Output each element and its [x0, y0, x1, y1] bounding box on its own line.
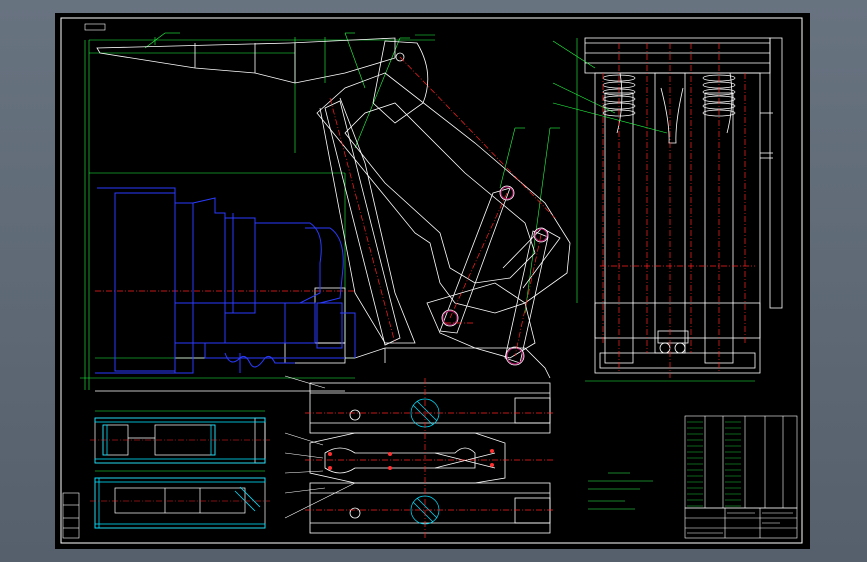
- technical-requirements: [588, 472, 653, 510]
- plan-view: [284, 375, 555, 538]
- section-centerlines: [90, 439, 270, 502]
- section-dimensions: [95, 410, 265, 472]
- sheet-tag: [84, 23, 106, 31]
- section-b: [94, 477, 266, 529]
- sheet-frame: [60, 17, 803, 544]
- parts-list: [684, 415, 798, 509]
- machine-body: [95, 187, 356, 374]
- left-edge-block: [62, 492, 80, 539]
- section-b-hatch: [94, 477, 266, 529]
- plan-hatched-sections: [410, 398, 440, 525]
- title-block-scribble: [687, 512, 793, 534]
- title-block: [684, 507, 798, 539]
- cad-viewport[interactable]: [0, 0, 867, 562]
- drawing-sheet: [55, 13, 810, 549]
- plan-leaders: [284, 375, 356, 519]
- plan-outline: [309, 382, 551, 534]
- front-view: [552, 37, 783, 382]
- section-a: [94, 417, 266, 464]
- upper-boom: [96, 37, 429, 124]
- requirements-scribble: [588, 472, 653, 510]
- section-details: [90, 410, 270, 529]
- pin-highlights: [442, 186, 548, 365]
- plan-centerlines: [305, 378, 555, 538]
- spring-coils: [602, 74, 736, 117]
- cad-drawing-icon: [60, 17, 803, 544]
- main-side-view: [80, 32, 571, 392]
- dimension-lines: [80, 32, 560, 390]
